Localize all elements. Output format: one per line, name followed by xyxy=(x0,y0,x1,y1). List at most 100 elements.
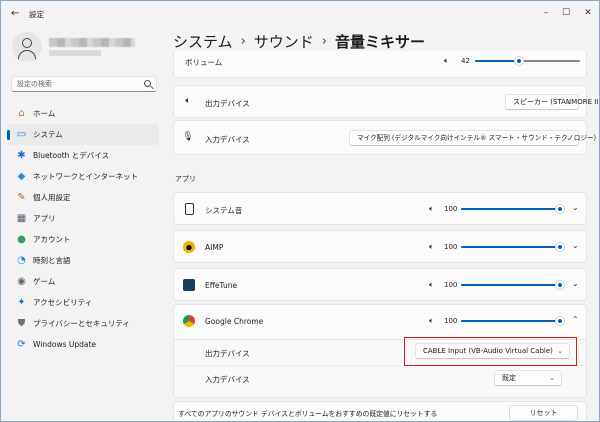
app-volume-slider[interactable] xyxy=(461,246,559,248)
slider-fill xyxy=(475,60,519,62)
aimp-icon xyxy=(183,241,195,253)
search-icon xyxy=(144,80,151,87)
home-icon: ⌂ xyxy=(18,108,25,119)
app-row[interactable]: システム音 🔈︎ 100 ⌄ xyxy=(173,192,587,225)
system-input-row[interactable]: 🎙︎ 入力デバイス マイク配列 (デジタルマイク向けインテル® スマート・サウン… xyxy=(173,120,596,155)
sidebar-item-label: 時刻と言語 xyxy=(33,256,71,265)
sidebar-item-10[interactable]: ⛊ プライバシーとセキュリティ xyxy=(7,313,159,334)
output-device-dropdown[interactable]: スピーカー (STANMORE II) ⌄ xyxy=(505,94,599,110)
chevron-down-icon[interactable]: ⌄ xyxy=(572,279,579,288)
breadcrumb-sound[interactable]: サウンド xyxy=(254,31,314,52)
search-input[interactable]: 設定の検索 xyxy=(11,76,157,92)
effetune-icon xyxy=(183,279,195,291)
sidebar-item-9[interactable]: ✦ アクセシビリティ xyxy=(7,292,159,313)
app-volume-value: 100 xyxy=(444,317,458,325)
user-email-blurred xyxy=(49,50,101,56)
chrome-input-dropdown[interactable]: 既定 ⌄ xyxy=(494,370,562,386)
sidebar-item-label: アクセシビリティ xyxy=(33,298,93,307)
input-device-value: マイク配列 (デジタルマイク向けインテル® スマート・サウンド・テクノロジー) xyxy=(357,134,597,142)
minimize-button[interactable]: – xyxy=(538,5,554,21)
sidebar-item-1[interactable]: ▭ システム xyxy=(7,124,159,145)
app-row[interactable]: EffeTune 🔈︎ 100 ⌄ xyxy=(173,268,587,301)
sidebar-item-5[interactable]: ▦ アプリ xyxy=(7,208,159,229)
speaker-icon[interactable]: 🔈︎ xyxy=(429,280,434,290)
speaker-icon[interactable]: 🔈︎ xyxy=(429,316,434,326)
apps-section-label: アプリ xyxy=(175,175,196,183)
app-name: AIMP xyxy=(205,243,224,252)
page-title: 音量ミキサー xyxy=(334,33,425,51)
app-row[interactable]: Google Chrome 🔈︎ 100 ⌃ xyxy=(173,304,587,340)
search-placeholder: 設定の検索 xyxy=(17,80,52,88)
privacy-shield-icon: ⛊ xyxy=(17,318,26,329)
output-device-label: 出力デバイス xyxy=(205,99,250,108)
slider-thumb[interactable] xyxy=(555,204,565,214)
chevron-right-icon: › xyxy=(321,34,327,49)
sidebar-item-11[interactable]: ⟳ Windows Update xyxy=(7,334,159,355)
maximize-button[interactable]: ☐ xyxy=(558,5,574,21)
chrome-input-label: 入力デバイス xyxy=(205,375,250,384)
system-volume-card: ボリューム 🔈︎ 42 xyxy=(173,51,587,78)
app-row[interactable]: AIMP 🔈︎ 100 ⌄ xyxy=(173,230,587,263)
sidebar-item-2[interactable]: ✱ Bluetooth とデバイス xyxy=(7,145,159,166)
sidebar-item-7[interactable]: ◔ 時刻と言語 xyxy=(7,250,159,271)
chrome-input-value: 既定 xyxy=(502,374,516,382)
sidebar-item-label: システム xyxy=(33,130,63,139)
sidebar-item-label: アカウント xyxy=(33,235,71,244)
sidebar-item-label: Windows Update xyxy=(33,340,97,349)
sidebar-item-6[interactable]: ● アカウント xyxy=(7,229,159,250)
annotation-highlight-box xyxy=(404,337,577,366)
output-device-value: スピーカー (STANMORE II) xyxy=(513,98,600,106)
sidebar-item-4[interactable]: ✎ 個人用設定 xyxy=(7,187,159,208)
sidebar-item-0[interactable]: ⌂ ホーム xyxy=(7,103,159,124)
system-output-row[interactable]: 🔈︎ 出力デバイス スピーカー (STANMORE II) ⌄ xyxy=(173,85,599,118)
chevron-down-icon: ⌄ xyxy=(566,134,572,142)
slider-thumb[interactable] xyxy=(555,316,565,326)
system-volume-slider[interactable] xyxy=(475,56,580,66)
avatar[interactable] xyxy=(12,32,42,62)
back-arrow-icon[interactable]: ← xyxy=(11,9,21,19)
app-volume-value: 100 xyxy=(444,281,458,289)
speaker-icon[interactable]: 🔈︎ xyxy=(429,242,434,252)
chevron-down-icon[interactable]: ⌄ xyxy=(572,241,579,250)
bluetooth-icon: ✱ xyxy=(17,150,26,161)
speaker-icon[interactable]: 🔈︎ xyxy=(444,56,449,66)
chevron-up-icon[interactable]: ⌃ xyxy=(572,315,579,324)
personalization-icon: ✎ xyxy=(17,192,26,203)
speaker-icon[interactable]: 🔈︎ xyxy=(429,204,434,214)
sidebar-item-label: 個人用設定 xyxy=(33,193,71,202)
app-volume-slider[interactable] xyxy=(461,320,559,322)
breadcrumb-system[interactable]: システム xyxy=(173,31,233,52)
close-button[interactable]: ✕ xyxy=(580,5,596,21)
app-volume-slider[interactable] xyxy=(461,284,559,286)
accounts-icon: ● xyxy=(17,234,26,245)
title-bar: ← 設定 – ☐ ✕ xyxy=(1,1,599,27)
user-name-blurred xyxy=(49,38,135,47)
sidebar-item-label: Bluetooth とデバイス xyxy=(33,151,110,160)
sidebar-item-3[interactable]: ◆ ネットワークとインターネット xyxy=(7,166,159,187)
apps-icon: ▦ xyxy=(16,213,27,224)
avatar-body-shape xyxy=(18,50,36,62)
avatar-head-shape xyxy=(22,38,32,48)
system-sounds-icon xyxy=(185,203,194,215)
chevron-down-icon: ⌄ xyxy=(566,98,572,106)
input-device-label: 入力デバイス xyxy=(205,135,250,144)
slider-thumb[interactable] xyxy=(555,280,565,290)
app-volume-slider[interactable] xyxy=(461,208,559,210)
chrome-output-label: 出力デバイス xyxy=(205,349,250,358)
settings-window: ← 設定 – ☐ ✕ 設定の検索 ⌂ ホーム ▭ システム ✱ Bluetooth とデバ… xyxy=(0,0,600,422)
sidebar-item-label: ゲーム xyxy=(33,277,56,286)
reset-button[interactable]: リセット xyxy=(509,405,578,421)
chevron-right-icon: › xyxy=(240,34,246,49)
slider-thumb[interactable] xyxy=(514,56,524,66)
app-name: Google Chrome xyxy=(205,317,264,326)
microphone-icon: 🎙︎ xyxy=(182,132,194,142)
volume-value: 42 xyxy=(461,57,470,65)
chevron-down-icon[interactable]: ⌄ xyxy=(572,203,579,212)
app-volume-value: 100 xyxy=(444,243,458,251)
sidebar-nav: ⌂ ホーム ▭ システム ✱ Bluetooth とデバイス ◆ ネットワークとインターネット… xyxy=(7,103,159,355)
breadcrumb: システム › サウンド › 音量ミキサー xyxy=(173,31,425,52)
sidebar-item-label: ホーム xyxy=(33,109,56,118)
input-device-dropdown[interactable]: マイク配列 (デジタルマイク向けインテル® スマート・サウンド・テクノロジー) … xyxy=(349,130,596,146)
sidebar-item-8[interactable]: ◉ ゲーム xyxy=(7,271,159,292)
slider-thumb[interactable] xyxy=(555,242,565,252)
